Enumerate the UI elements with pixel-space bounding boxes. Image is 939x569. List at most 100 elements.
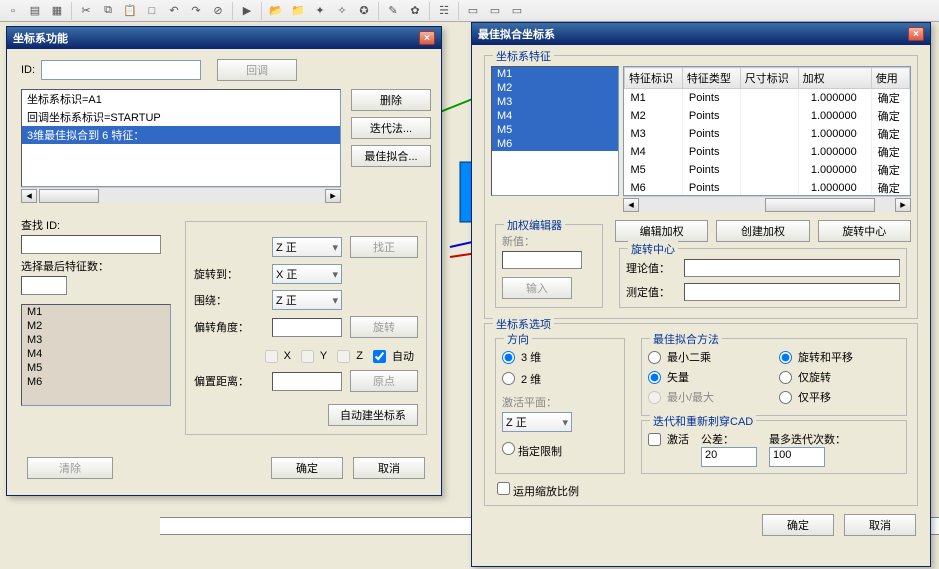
rot-center-button[interactable]: 旋转中心 [818, 220, 911, 242]
h-scrollbar[interactable]: ◂ ▸ [21, 187, 341, 203]
scroll-left-icon[interactable]: ◂ [21, 189, 37, 203]
tb-w2-icon[interactable]: ▭ [485, 2, 505, 20]
list-item[interactable]: M6 [22, 375, 170, 389]
create-weight-button[interactable]: 创建加权 [716, 220, 809, 242]
tb-doc-icon[interactable]: ▤ [25, 2, 45, 20]
col-featid[interactable]: 特征标识 [625, 68, 683, 89]
radio-vec[interactable]: 矢量 [648, 369, 769, 385]
find-id-input[interactable] [21, 235, 161, 254]
list-item[interactable]: M6 [492, 137, 618, 151]
radio-rottrans[interactable]: 旋转和平移 [779, 349, 900, 365]
lines-listbox[interactable]: 坐标系标识=A1 回调坐标系标识=STARTUP 3维最佳拟合到 6 特征： [21, 89, 341, 187]
tb-prop-icon[interactable]: ☵ [434, 2, 454, 20]
around-select[interactable]: Z 正 [272, 290, 342, 310]
scroll-thumb[interactable] [765, 198, 875, 212]
bestfit-button[interactable]: 最佳拟合... [351, 145, 431, 167]
theo-input[interactable] [684, 259, 900, 277]
list-item[interactable]: M5 [492, 123, 618, 137]
tb-new-icon[interactable]: ▫ [3, 2, 23, 20]
col-weight[interactable]: 加权 [798, 68, 871, 89]
recall-button[interactable]: 回调 [217, 59, 297, 81]
cb-x[interactable]: X [265, 350, 291, 363]
radio-2d[interactable]: 2 维 [502, 371, 541, 387]
feature-picklist[interactable]: M1 M2 M3 M4 M5 M6 [21, 304, 171, 406]
iterate-button[interactable]: 迭代法... [351, 117, 431, 139]
tb-open2-icon[interactable]: 📁 [288, 2, 308, 20]
cb-z[interactable]: Z [337, 350, 363, 363]
tb-w3-icon[interactable]: ▭ [507, 2, 527, 20]
tb-ext-icon[interactable]: □ [142, 2, 162, 20]
tb-run-icon[interactable]: ▶ [237, 2, 257, 20]
radio-3d[interactable]: 3 维 [502, 349, 541, 365]
delete-button[interactable]: 删除 [351, 89, 431, 111]
radio-transonly[interactable]: 仅平移 [779, 389, 900, 405]
scroll-right-icon[interactable]: ▸ [325, 189, 341, 203]
close-icon[interactable]: × [908, 27, 924, 41]
origin-button[interactable]: 原点 [350, 370, 418, 392]
tb-t3-icon[interactable]: ✪ [354, 2, 374, 20]
tb-w1-icon[interactable]: ▭ [463, 2, 483, 20]
titlebar[interactable]: 最佳拟合坐标系 × [472, 23, 930, 45]
radio-speclimit[interactable]: 指定限制 [502, 442, 618, 459]
tb-stop-icon[interactable]: ⊘ [208, 2, 228, 20]
maxiter-input[interactable]: 100 [769, 447, 825, 467]
list-item[interactable]: M2 [22, 319, 170, 333]
tb-stamp-icon[interactable]: ✿ [405, 2, 425, 20]
tol-input[interactable]: 20 [701, 447, 757, 467]
edit-weight-button[interactable]: 编辑加权 [615, 220, 708, 242]
list-item[interactable]: M2 [492, 81, 618, 95]
ok-button[interactable]: 确定 [271, 457, 343, 479]
tb-paste-icon[interactable]: 📋 [120, 2, 140, 20]
cancel-button[interactable]: 取消 [844, 514, 916, 536]
titlebar[interactable]: 坐标系功能 × [7, 27, 441, 49]
offset-dist-input[interactable] [272, 372, 342, 391]
col-feattype[interactable]: 特征类型 [682, 68, 740, 89]
ok-button[interactable]: 确定 [762, 514, 834, 536]
newval-input[interactable] [502, 251, 582, 269]
radio-minmax[interactable]: 最小/最大 [648, 389, 769, 405]
radio-rotonly[interactable]: 仅旋转 [779, 369, 900, 385]
find-button[interactable]: 找正 [350, 236, 418, 258]
meas-input[interactable] [684, 283, 900, 301]
tb-cut-icon[interactable]: ✂ [76, 2, 96, 20]
cb-auto[interactable]: 自动 [373, 348, 414, 364]
rotate-button[interactable]: 旋转 [350, 316, 418, 338]
list-item[interactable]: M4 [22, 347, 170, 361]
tb-save-icon[interactable]: ▦ [47, 2, 67, 20]
cb-usescale[interactable]: 运用缩放比例 [497, 482, 579, 499]
scroll-left-icon[interactable]: ◂ [623, 198, 639, 212]
input-button[interactable]: 输入 [502, 277, 572, 299]
tb-t1-icon[interactable]: ✦ [310, 2, 330, 20]
list-item[interactable]: M4 [492, 109, 618, 123]
cancel-button[interactable]: 取消 [353, 457, 425, 479]
cb-y[interactable]: Y [301, 350, 327, 363]
feature-table[interactable]: 特征标识 特征类型 尺寸标识 加权 使用 M1Points1.000000确定 … [623, 66, 911, 196]
cb-activate[interactable]: 激活 [648, 431, 689, 447]
scroll-thumb[interactable] [39, 189, 99, 203]
tb-redo-icon[interactable]: ↷ [186, 2, 206, 20]
offset-angle-input[interactable] [272, 318, 342, 337]
tb-t2-icon[interactable]: ✧ [332, 2, 352, 20]
tb-edit-icon[interactable]: ✎ [383, 2, 403, 20]
last-feat-input[interactable] [21, 276, 67, 295]
list-item[interactable]: M5 [22, 361, 170, 375]
list-item[interactable]: M3 [22, 333, 170, 347]
radio-lsq[interactable]: 最小二乘 [648, 349, 769, 365]
auto-cs-button[interactable]: 自动建坐标系 [328, 404, 418, 426]
id-input[interactable] [41, 60, 201, 80]
clear-button[interactable]: 清除 [27, 457, 113, 479]
axis1-select[interactable]: Z 正 [272, 237, 342, 257]
tb-copy-icon[interactable]: ⧉ [98, 2, 118, 20]
col-use[interactable]: 使用 [871, 68, 909, 89]
activeplane-select[interactable]: Z 正 [502, 412, 572, 432]
list-item[interactable]: M1 [22, 305, 170, 319]
table-h-scrollbar[interactable]: ◂ ▸ [623, 196, 911, 212]
list-item[interactable]: M1 [492, 67, 618, 81]
rotate-to-select[interactable]: X 正 [272, 264, 342, 284]
list-item[interactable]: M3 [492, 95, 618, 109]
tb-open-icon[interactable]: 📂 [266, 2, 286, 20]
col-dimid[interactable]: 尺寸标识 [740, 68, 798, 89]
close-icon[interactable]: × [419, 31, 435, 45]
feature-select-list[interactable]: M1 M2 M3 M4 M5 M6 [491, 66, 619, 196]
tb-undo-icon[interactable]: ↶ [164, 2, 184, 20]
